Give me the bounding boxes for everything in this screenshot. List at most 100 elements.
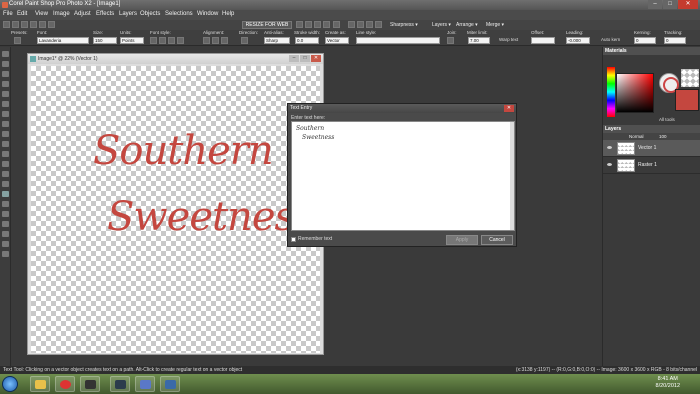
dialog-close-button[interactable]: ✕ (504, 105, 514, 112)
airbrush-icon[interactable] (2, 181, 9, 187)
arrange-menu[interactable]: Arrange ▾ (456, 21, 478, 29)
taskbar-lightroom[interactable] (110, 376, 130, 392)
red-eye-tool-icon[interactable] (2, 131, 9, 137)
canvas-text-line2[interactable]: Sweetness (107, 194, 315, 240)
background-swatch[interactable] (681, 69, 699, 87)
text-tool-icon[interactable] (2, 191, 9, 197)
run-script-icon[interactable] (305, 21, 312, 28)
redo-icon[interactable] (48, 21, 55, 28)
create-as-select[interactable]: Vector (325, 37, 349, 44)
cancel-button[interactable]: Cancel (481, 235, 513, 245)
move-tool-icon[interactable] (2, 81, 9, 87)
maximize-button[interactable]: □ (663, 0, 677, 9)
direction-button[interactable] (241, 37, 248, 44)
stop-script-icon[interactable] (314, 21, 321, 28)
makeover-tool-icon[interactable] (2, 141, 9, 147)
menu-edit[interactable]: Edit (17, 11, 27, 17)
layers-toolbar-menu[interactable]: Layers ▾ (432, 21, 451, 29)
color-picker[interactable] (616, 73, 654, 113)
auto-kern-checkbox[interactable]: Auto kern (601, 37, 620, 42)
text-entry-area[interactable]: Southern Sweetness (291, 121, 515, 231)
pick-tool-icon[interactable] (2, 71, 9, 77)
align-right-icon[interactable] (221, 37, 228, 44)
bold-icon[interactable] (150, 37, 157, 44)
script-edit-icon[interactable] (333, 21, 340, 28)
menu-selections[interactable]: Selections (165, 11, 193, 17)
size-select[interactable]: 150 (93, 37, 117, 44)
foreground-swatch[interactable] (675, 89, 699, 111)
color-replacer-icon[interactable] (2, 251, 9, 257)
italic-icon[interactable] (159, 37, 166, 44)
doc-maximize-button[interactable]: □ (300, 55, 310, 62)
all-tools-checkbox[interactable]: All tools (659, 117, 675, 122)
sharpness-menu[interactable]: Sharpness ▾ (390, 21, 418, 29)
merge-menu[interactable]: Merge ▾ (486, 21, 504, 29)
resize-for-web-button[interactable]: RESIZE FOR WEB (242, 21, 292, 29)
text-entry-scrollbar[interactable] (510, 122, 514, 230)
play-script-icon[interactable] (296, 21, 303, 28)
align-center-icon[interactable] (212, 37, 219, 44)
pan-tool-icon[interactable] (2, 51, 9, 57)
start-button[interactable] (2, 376, 18, 392)
toggle-b-icon[interactable] (357, 21, 364, 28)
dropper-tool-icon[interactable] (2, 101, 9, 107)
taskbar-app[interactable] (160, 376, 180, 392)
clone-tool-icon[interactable] (2, 151, 9, 157)
hue-strip[interactable] (607, 67, 615, 117)
units-select[interactable]: Points (120, 37, 144, 44)
system-clock[interactable]: 8:41 AM 8/20/2012 (656, 376, 680, 390)
remember-checkbox-box[interactable] (291, 236, 296, 242)
new-icon[interactable] (3, 21, 10, 28)
taskbar-chrome[interactable] (55, 376, 75, 392)
line-style-select[interactable] (356, 37, 440, 44)
menu-effects[interactable]: Effects (96, 11, 114, 17)
doc-close-button[interactable]: ✕ (311, 55, 321, 62)
menu-image[interactable]: Image (53, 11, 70, 17)
layer-row[interactable]: Vector 1 (603, 140, 700, 157)
scratch-remover-icon[interactable] (2, 161, 9, 167)
visibility-icon[interactable] (607, 146, 612, 149)
toggle-a-icon[interactable] (348, 21, 355, 28)
menu-help[interactable]: Help (222, 11, 234, 17)
kerning-input[interactable]: 0 (634, 37, 656, 44)
image-canvas[interactable]: Southern Sweetness (31, 66, 320, 353)
record-script-icon[interactable] (323, 21, 330, 28)
menu-layers[interactable]: Layers (119, 11, 137, 17)
taskbar-media[interactable] (80, 376, 100, 392)
blend-mode-select[interactable]: Normal (629, 134, 644, 139)
save-icon[interactable] (21, 21, 28, 28)
warp-brush-icon[interactable] (2, 241, 9, 247)
tracking-input[interactable]: 0 (664, 37, 686, 44)
underline-icon[interactable] (168, 37, 175, 44)
taskbar-paintshop[interactable] (135, 376, 155, 392)
zoom-tool-icon[interactable] (2, 61, 9, 67)
close-button[interactable]: ✕ (678, 0, 698, 9)
layer-row[interactable]: Raster 1 (603, 157, 700, 174)
menu-view[interactable]: View (35, 11, 48, 17)
pen-tool-icon[interactable] (2, 211, 9, 217)
minimize-button[interactable]: – (648, 0, 662, 9)
taskbar-explorer[interactable] (30, 376, 50, 392)
toggle-c-icon[interactable] (366, 21, 373, 28)
menu-objects[interactable]: Objects (140, 11, 160, 17)
menu-adjust[interactable]: Adjust (74, 11, 91, 17)
toggle-d-icon[interactable] (375, 21, 382, 28)
remember-text-checkbox[interactable]: Remember text (291, 236, 332, 242)
paint-brush-icon[interactable] (2, 171, 9, 177)
document-title-bar[interactable]: Image1* @ 22% (Vector 1) – □ ✕ (28, 54, 323, 64)
stroke-width-input[interactable]: 0.0 (295, 37, 319, 44)
undo-icon[interactable] (39, 21, 46, 28)
eraser-tool-icon[interactable] (2, 221, 9, 227)
crop-tool-icon[interactable] (2, 111, 9, 117)
menu-window[interactable]: Window (197, 11, 218, 17)
preset-shape-icon[interactable] (2, 201, 9, 207)
selection-tool-icon[interactable] (2, 91, 9, 97)
canvas-text-line1[interactable]: Southern (93, 128, 274, 174)
straighten-tool-icon[interactable] (2, 121, 9, 127)
miter-limit-input[interactable]: 7.00 (468, 37, 490, 44)
doc-minimize-button[interactable]: – (289, 55, 299, 62)
warp-text-checkbox[interactable]: Warp text (499, 37, 518, 42)
open-icon[interactable] (12, 21, 19, 28)
offset-input[interactable] (531, 37, 555, 44)
presets-button[interactable] (14, 37, 21, 44)
